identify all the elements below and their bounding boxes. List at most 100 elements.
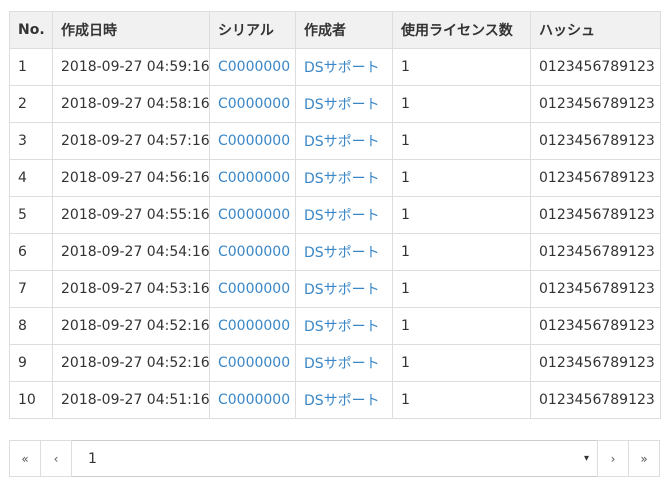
table-cell: DSサポート: [295, 381, 393, 419]
table-cell: 1: [392, 270, 531, 308]
page-select-value: 1: [88, 450, 97, 467]
cell-licenses: 1: [401, 170, 410, 186]
table-cell: 0123456789123: [530, 159, 661, 197]
cell-created: 2018-09-27 04:51:16: [61, 392, 210, 408]
pagination: « ‹ 1 ▾ › »: [9, 440, 660, 477]
table-cell: 2018-09-27 04:57:16: [52, 122, 210, 160]
table-cell: DSサポート: [295, 48, 393, 86]
table-cell: 2018-09-27 04:56:16: [52, 159, 210, 197]
table-cell: 0123456789123: [530, 85, 661, 123]
cell-created: 2018-09-27 04:58:16: [61, 96, 210, 112]
cell-created: 2018-09-27 04:59:16: [61, 59, 210, 75]
serial-link[interactable]: C0000000: [218, 392, 290, 408]
table-cell: 5: [9, 196, 53, 234]
column-header-serial[interactable]: シリアル: [209, 11, 296, 49]
table-cell: 3: [9, 122, 53, 160]
table-body: 1 2018-09-27 04:59:16 C0000000 DSサポート 1 01234…: [9, 48, 661, 419]
column-header-author[interactable]: 作成者: [295, 11, 393, 49]
table-cell: 2018-09-27 04:53:16: [52, 270, 210, 308]
serial-link[interactable]: C0000000: [218, 133, 290, 149]
table-cell: 0123456789123: [530, 270, 661, 308]
table-cell: 6: [9, 233, 53, 271]
cell-no: 9: [18, 355, 27, 371]
serial-link[interactable]: C0000000: [218, 281, 290, 297]
cell-licenses: 1: [401, 355, 410, 371]
table-cell: DSサポート: [295, 344, 393, 382]
table-cell: C0000000: [209, 159, 296, 197]
cell-licenses: 1: [401, 59, 410, 75]
last-page-button[interactable]: »: [629, 440, 660, 477]
table-cell: 1: [392, 381, 531, 419]
cell-hash: 0123456789123: [539, 392, 655, 408]
table-cell: DSサポート: [295, 159, 393, 197]
table-cell: DSサポート: [295, 233, 393, 271]
table-cell: DSサポート: [295, 196, 393, 234]
table-cell: 1: [392, 344, 531, 382]
author-link[interactable]: DSサポート: [304, 60, 380, 76]
cell-created: 2018-09-27 04:56:16: [61, 170, 210, 186]
cell-no: 5: [18, 207, 27, 223]
serial-link[interactable]: C0000000: [218, 318, 290, 334]
author-link[interactable]: DSサポート: [304, 393, 380, 409]
author-link[interactable]: DSサポート: [304, 208, 380, 224]
prev-page-button[interactable]: ‹: [41, 440, 72, 477]
serial-link[interactable]: C0000000: [218, 59, 290, 75]
next-page-button[interactable]: ›: [597, 440, 629, 477]
table-cell: 0123456789123: [530, 48, 661, 86]
author-link[interactable]: DSサポート: [304, 245, 380, 261]
author-link[interactable]: DSサポート: [304, 134, 380, 150]
page-select[interactable]: 1 ▾: [72, 440, 597, 477]
table-cell: 0123456789123: [530, 344, 661, 382]
cell-no: 6: [18, 244, 27, 260]
serial-link[interactable]: C0000000: [218, 355, 290, 371]
cell-licenses: 1: [401, 244, 410, 260]
table-cell: 0123456789123: [530, 122, 661, 160]
table-cell: 2018-09-27 04:54:16: [52, 233, 210, 271]
cell-created: 2018-09-27 04:52:16: [61, 318, 210, 334]
author-link[interactable]: DSサポート: [304, 319, 380, 335]
first-page-button[interactable]: «: [9, 440, 41, 477]
cell-no: 3: [18, 133, 27, 149]
table-row: 8 2018-09-27 04:52:16 C0000000 DSサポート 1 01234…: [9, 307, 661, 345]
table-cell: 8: [9, 307, 53, 345]
table-cell: DSサポート: [295, 122, 393, 160]
column-header-created[interactable]: 作成日時: [52, 11, 210, 49]
table-cell: 4: [9, 159, 53, 197]
table-row: 3 2018-09-27 04:57:16 C0000000 DSサポート 1 01234…: [9, 122, 661, 160]
chevron-down-icon: ▾: [583, 453, 589, 464]
serial-link[interactable]: C0000000: [218, 170, 290, 186]
author-link[interactable]: DSサポート: [304, 282, 380, 298]
cell-hash: 0123456789123: [539, 133, 655, 149]
table-cell: DSサポート: [295, 85, 393, 123]
cell-created: 2018-09-27 04:53:16: [61, 281, 210, 297]
table-cell: 2: [9, 85, 53, 123]
table-cell: 2018-09-27 04:52:16: [52, 307, 210, 345]
table-cell: 1: [392, 307, 531, 345]
column-header-licenses[interactable]: 使用ライセンス数: [392, 11, 531, 49]
table-row: 2 2018-09-27 04:58:16 C0000000 DSサポート 1 01234…: [9, 85, 661, 123]
column-header-no[interactable]: No.: [9, 11, 53, 49]
author-link[interactable]: DSサポート: [304, 356, 380, 372]
table-cell: 2018-09-27 04:59:16: [52, 48, 210, 86]
column-header-hash[interactable]: ハッシュ: [530, 11, 661, 49]
serial-link[interactable]: C0000000: [218, 244, 290, 260]
table-cell: 0123456789123: [530, 307, 661, 345]
table-cell: 2018-09-27 04:52:16: [52, 344, 210, 382]
table-row: 7 2018-09-27 04:53:16 C0000000 DSサポート 1 01234…: [9, 270, 661, 308]
table-row: 10 2018-09-27 04:51:16 C0000000 DSサポート 1 0123…: [9, 381, 661, 419]
table-row: 5 2018-09-27 04:55:16 C0000000 DSサポート 1 01234…: [9, 196, 661, 234]
cell-no: 7: [18, 281, 27, 297]
serial-link[interactable]: C0000000: [218, 96, 290, 112]
table-cell: C0000000: [209, 196, 296, 234]
cell-hash: 0123456789123: [539, 355, 655, 371]
table-cell: DSサポート: [295, 307, 393, 345]
author-link[interactable]: DSサポート: [304, 97, 380, 113]
cell-no: 1: [18, 59, 27, 75]
table-cell: C0000000: [209, 233, 296, 271]
table-cell: 0123456789123: [530, 196, 661, 234]
author-link[interactable]: DSサポート: [304, 171, 380, 187]
cell-created: 2018-09-27 04:52:16: [61, 355, 210, 371]
serial-link[interactable]: C0000000: [218, 207, 290, 223]
table-cell: C0000000: [209, 270, 296, 308]
cell-no: 2: [18, 96, 27, 112]
